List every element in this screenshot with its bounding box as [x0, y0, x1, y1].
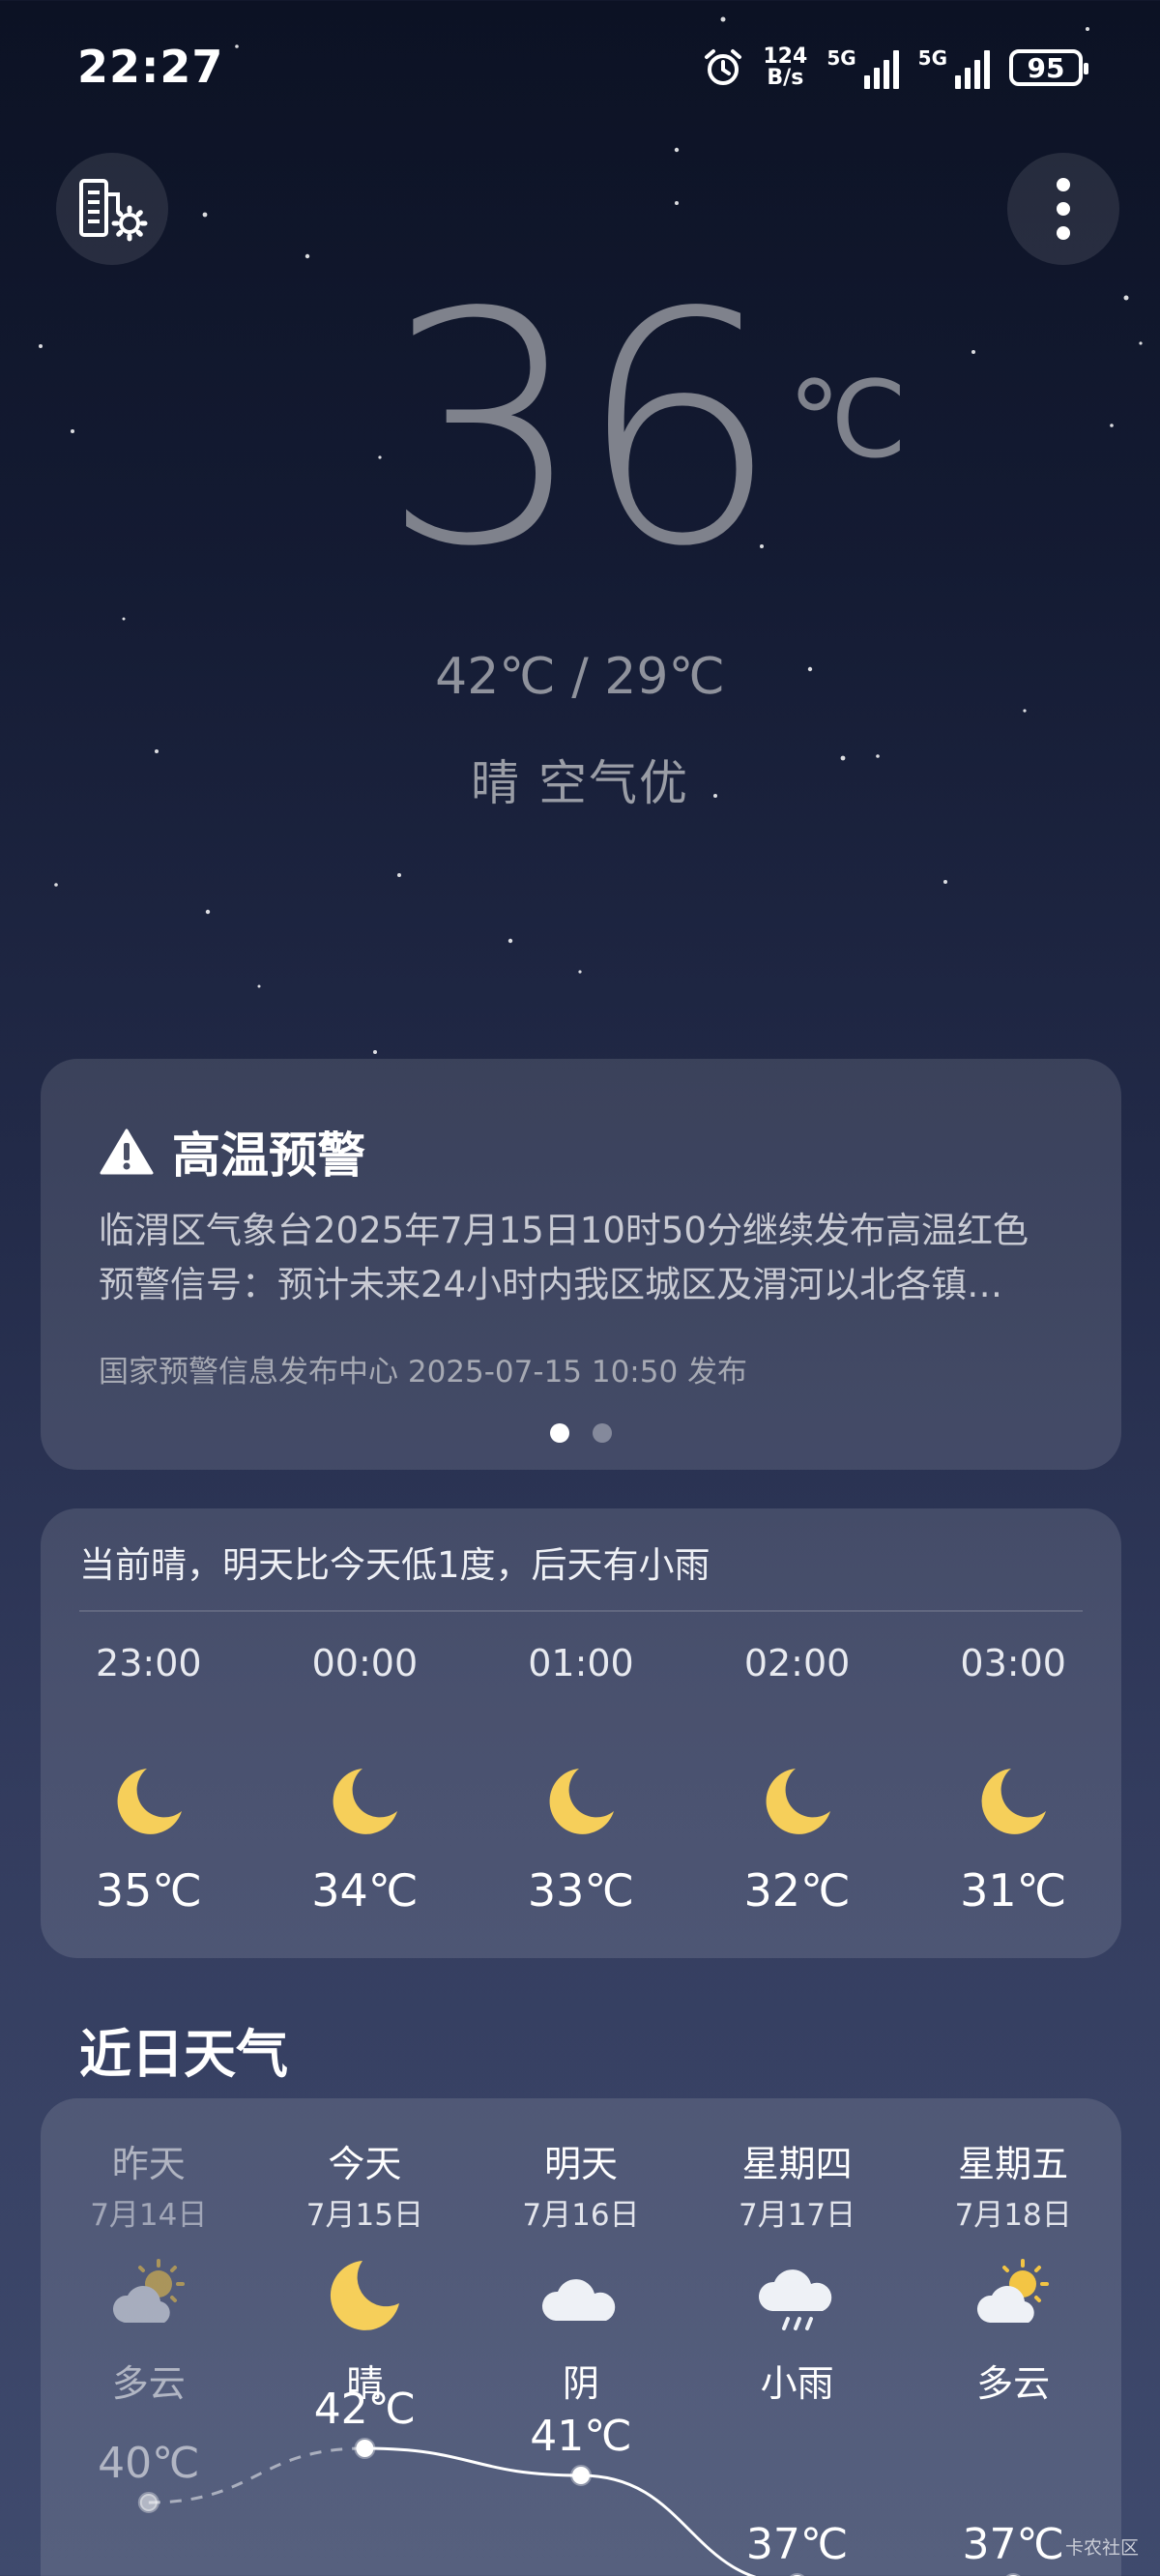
divider: [79, 1610, 1083, 1612]
partly-cloudy-icon: [112, 2259, 185, 2323]
forecast-summary: 当前晴，明天比今天低1度，后天有小雨: [79, 1544, 710, 1586]
city-manage-button[interactable]: [56, 153, 168, 265]
city-settings-icon: [79, 179, 148, 242]
hour-item: 03:00 31℃: [960, 1642, 1067, 1917]
alert-header: 高温预警: [99, 1117, 365, 1186]
status-time: 22:27: [77, 41, 224, 93]
page-indicator: [41, 1423, 1121, 1443]
moon-icon: [117, 1769, 182, 1834]
page-dot[interactable]: [593, 1423, 612, 1443]
temperature-range: 42℃ / 29℃: [435, 648, 725, 706]
hour-item: 23:00 35℃: [95, 1642, 202, 1917]
battery-icon: 95: [1009, 49, 1088, 86]
day-item-tomorrow[interactable]: 明天 7月16日 阴: [473, 2137, 689, 2407]
temperature-unit: ℃: [788, 358, 908, 482]
weather-alert-card[interactable]: 高温预警 临渭区气象台2025年7月15日10时50分继续发布高温红色 预警信号…: [41, 1059, 1121, 1470]
warning-icon: [100, 1128, 154, 1175]
page-dot[interactable]: [550, 1423, 569, 1443]
daily-list: 昨天 7月14日 多云 今天 7月15日 晴 明天 7月16日 阴 星期四 7月…: [41, 2137, 1121, 2407]
status-icons: 124 B/s 5G 5G 95: [703, 44, 1088, 92]
light-rain-icon: [758, 2269, 831, 2330]
more-vertical-icon: [1057, 178, 1070, 240]
signal-strength-icon-2: 5G: [918, 46, 990, 89]
hour-item: 01:00 33℃: [527, 1642, 635, 1917]
alert-source: 国家预警信息发布中心 2025-07-15 10:50 发布: [99, 1355, 748, 1390]
alarm-icon: [705, 49, 742, 85]
moon-icon: [333, 1769, 398, 1834]
hourly-forecast-card[interactable]: 当前晴，明天比今天低1度，后天有小雨 23:00 35℃ 00:00 34℃ 0…: [41, 1508, 1121, 1958]
hour-item: 02:00 32℃: [743, 1642, 851, 1917]
network-speed: 124 B/s: [763, 44, 808, 90]
partly-cloudy-icon: [977, 2259, 1050, 2323]
status-bar: 22:27 124 B/s 5G 5G 95: [0, 0, 1160, 145]
weather-condition: 晴 空气优: [471, 755, 689, 811]
moon-icon: [766, 1769, 830, 1834]
day-item-thursday[interactable]: 星期四 7月17日 小雨: [689, 2137, 906, 2407]
alert-title: 高温预警: [172, 1127, 365, 1184]
moon-icon: [981, 1769, 1047, 1834]
hour-item: 00:00 34℃: [311, 1642, 419, 1917]
more-options-button[interactable]: [1007, 153, 1119, 265]
moon-icon: [549, 1769, 614, 1834]
watermark: 卡农社区: [1064, 2537, 1139, 2559]
alert-description: 临渭区气象台2025年7月15日10时50分继续发布高温红色 预警信号：预计未来…: [99, 1210, 1029, 1305]
hourly-list: 23:00 35℃ 00:00 34℃ 01:00 33℃ 02:00 32℃ …: [41, 1634, 1121, 1917]
signal-strength-icon-1: 5G: [826, 46, 899, 89]
current-temperature: 36: [382, 245, 780, 616]
daily-section-title: 近日天气: [79, 2024, 288, 2085]
day-item-friday[interactable]: 星期五 7月18日 多云: [905, 2137, 1121, 2407]
moon-icon: [331, 2261, 400, 2330]
cloud-icon: [541, 2279, 616, 2321]
day-item-yesterday[interactable]: 昨天 7月14日 多云: [41, 2137, 257, 2407]
daily-forecast-card[interactable]: 昨天 7月14日 多云 今天 7月15日 晴 明天 7月16日 阴 星期四 7月…: [41, 2098, 1121, 2576]
day-item-today[interactable]: 今天 7月15日 晴: [257, 2137, 474, 2407]
